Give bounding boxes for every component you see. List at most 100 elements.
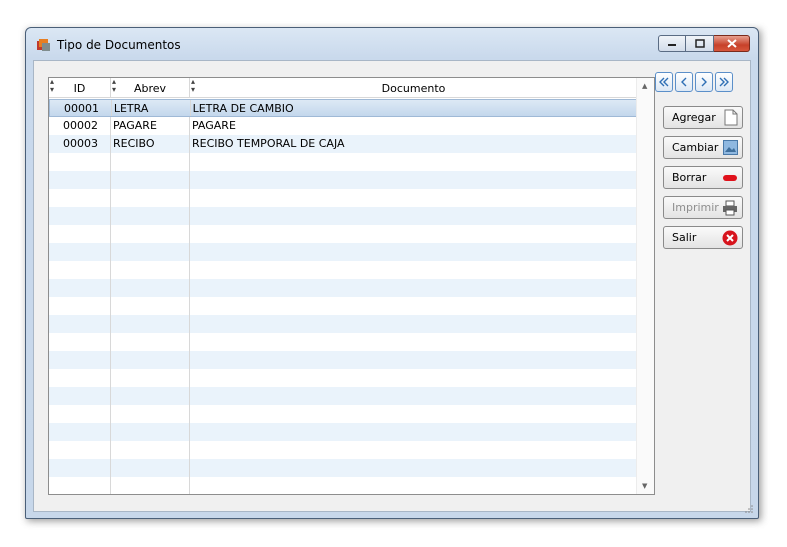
vertical-scrollbar[interactable]: ▲ ▼ xyxy=(636,78,654,494)
empty-cell xyxy=(190,441,638,459)
empty-cell xyxy=(190,207,638,225)
empty-cell xyxy=(190,315,638,333)
empty-cell xyxy=(49,189,111,207)
agregar-button[interactable]: Agregar xyxy=(663,106,743,129)
empty-cell xyxy=(49,441,111,459)
double-chevron-right-icon xyxy=(719,77,729,87)
column-header-abrev[interactable]: ▴ ▾ Abrev xyxy=(111,78,190,98)
cell-documento: LETRA DE CAMBIO xyxy=(191,100,637,116)
empty-cell xyxy=(49,477,111,494)
empty-cell xyxy=(190,153,638,171)
empty-cell xyxy=(111,261,190,279)
salir-button[interactable]: Salir xyxy=(663,226,743,249)
cell-documento: RECIBO TEMPORAL DE CAJA xyxy=(190,135,638,153)
cell-id: 00003 xyxy=(49,135,111,153)
empty-cell xyxy=(111,225,190,243)
cell-abrev: PAGARE xyxy=(111,117,190,135)
empty-cell xyxy=(190,333,638,351)
close-button[interactable] xyxy=(714,35,750,52)
scroll-down-icon[interactable]: ▼ xyxy=(642,482,647,490)
empty-cell xyxy=(49,459,111,477)
empty-cell xyxy=(49,387,111,405)
empty-cell xyxy=(111,207,190,225)
empty-cell xyxy=(190,243,638,261)
empty-cell xyxy=(111,459,190,477)
empty-row xyxy=(49,477,638,494)
empty-cell xyxy=(49,405,111,423)
title-bar[interactable]: Tipo de Documentos xyxy=(26,28,758,60)
resize-grip-icon[interactable] xyxy=(744,504,754,514)
delete-icon xyxy=(723,174,737,181)
empty-cell xyxy=(190,189,638,207)
empty-cell xyxy=(49,333,111,351)
minimize-icon xyxy=(668,43,676,46)
empty-row xyxy=(49,423,638,441)
window-title: Tipo de Documentos xyxy=(57,38,181,52)
empty-cell xyxy=(111,171,190,189)
empty-row xyxy=(49,279,638,297)
empty-cell xyxy=(190,171,638,189)
app-icon xyxy=(37,39,50,51)
empty-row xyxy=(49,369,638,387)
empty-cell xyxy=(111,405,190,423)
cell-id: 00001 xyxy=(50,100,112,116)
sort-icon: ▴ ▾ xyxy=(112,77,117,94)
column-header-documento[interactable]: ▴ ▾ Documento xyxy=(190,78,638,98)
double-chevron-left-icon xyxy=(659,77,669,87)
empty-cell xyxy=(190,423,638,441)
column-header-id[interactable]: ▴ ▾ ID xyxy=(49,78,111,98)
last-record-button[interactable] xyxy=(715,72,733,92)
cell-abrev: RECIBO xyxy=(111,135,190,153)
empty-cell xyxy=(111,153,190,171)
empty-cell xyxy=(49,243,111,261)
empty-row xyxy=(49,459,638,477)
empty-cell xyxy=(190,351,638,369)
cell-abrev: LETRA xyxy=(112,100,191,116)
next-record-button[interactable] xyxy=(695,72,713,92)
empty-cell xyxy=(190,477,638,494)
empty-row xyxy=(49,297,638,315)
empty-cell xyxy=(49,207,111,225)
empty-cell xyxy=(111,387,190,405)
empty-cell xyxy=(111,441,190,459)
table-row[interactable]: 00003 RECIBO RECIBO TEMPORAL DE CAJA xyxy=(49,135,638,153)
close-icon xyxy=(726,39,737,48)
exit-icon xyxy=(722,230,738,245)
empty-cell xyxy=(111,369,190,387)
empty-row xyxy=(49,171,638,189)
maximize-button[interactable] xyxy=(686,35,714,52)
empty-cell xyxy=(111,189,190,207)
empty-cell xyxy=(49,369,111,387)
edit-picture-icon xyxy=(723,140,738,155)
sort-icon: ▴ ▾ xyxy=(191,77,196,94)
previous-record-button[interactable] xyxy=(675,72,693,92)
grid-body: 00001 LETRA LETRA DE CAMBIO 00002 PAGARE… xyxy=(49,99,638,494)
empty-cell xyxy=(190,297,638,315)
imprimir-button[interactable]: Imprimir xyxy=(663,196,743,219)
empty-cell xyxy=(111,333,190,351)
empty-cell xyxy=(49,225,111,243)
table-row[interactable]: 00001 LETRA LETRA DE CAMBIO xyxy=(49,99,638,117)
borrar-button[interactable]: Borrar xyxy=(663,166,743,189)
empty-cell xyxy=(49,423,111,441)
empty-cell xyxy=(111,279,190,297)
cell-id: 00002 xyxy=(49,117,111,135)
chevron-right-icon xyxy=(701,77,707,87)
first-record-button[interactable] xyxy=(655,72,673,92)
sort-icon: ▴ ▾ xyxy=(50,77,55,94)
table-row[interactable]: 00002 PAGARE PAGARE xyxy=(49,117,638,135)
empty-cell xyxy=(49,315,111,333)
new-document-icon xyxy=(724,109,738,126)
cambiar-button[interactable]: Cambiar xyxy=(663,136,743,159)
empty-cell xyxy=(111,243,190,261)
documents-grid[interactable]: ▴ ▾ ID ▴ ▾ Abrev ▴ ▾ Documento 00001 LETRA … xyxy=(48,77,655,495)
empty-row xyxy=(49,153,638,171)
empty-cell xyxy=(111,477,190,494)
empty-cell xyxy=(190,261,638,279)
scroll-up-icon[interactable]: ▲ xyxy=(642,82,647,90)
cell-documento: PAGARE xyxy=(190,117,638,135)
empty-cell xyxy=(49,171,111,189)
empty-row xyxy=(49,351,638,369)
minimize-button[interactable] xyxy=(658,35,686,52)
client-area: ▴ ▾ ID ▴ ▾ Abrev ▴ ▾ Documento 00001 LETRA … xyxy=(33,60,751,512)
